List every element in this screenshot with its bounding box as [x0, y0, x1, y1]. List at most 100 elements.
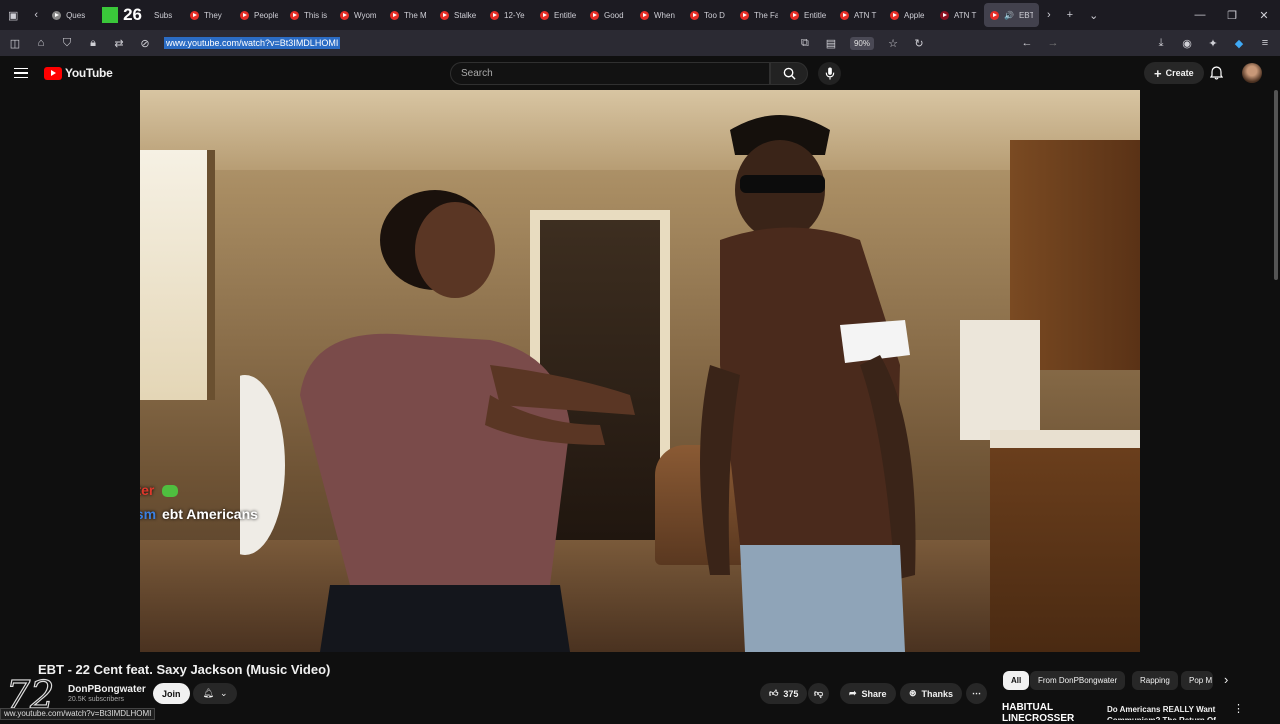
thanks-dollar-icon: ⊛ [909, 688, 917, 698]
dislike-button[interactable]: 👎︎ [808, 683, 830, 704]
chip-all[interactable]: All [1003, 671, 1030, 690]
share-arrow-icon: ➦ [849, 688, 857, 698]
chips-next-chevron-icon[interactable]: › [1224, 672, 1228, 687]
home-icon[interactable]: ⌂ [34, 37, 48, 49]
like-button[interactable]: 👍︎ 375 [760, 683, 808, 704]
reader-view-icon[interactable]: ▤ [824, 37, 838, 50]
youtube-favicon-icon [790, 10, 799, 20]
window-controls: — ❐ ✕ [1184, 9, 1280, 22]
browser-tab[interactable]: Stalke [434, 0, 484, 30]
video-title: EBT - 22 Cent feat. Saxy Jackson (Music … [38, 662, 331, 677]
lock-icon[interactable]: 🔒︎ [86, 37, 100, 50]
page-scrollbar[interactable] [1274, 90, 1278, 280]
hamburger-menu-icon[interactable] [14, 67, 28, 79]
notifications-bell-icon[interactable] [1210, 66, 1223, 80]
youtube-favicon-icon [890, 10, 899, 20]
search-button[interactable] [770, 62, 808, 85]
browser-tab[interactable]: ATN T [834, 0, 884, 30]
browser-tab[interactable]: 12-Ye [484, 0, 534, 30]
thanks-button[interactable]: ⊛ Thanks [900, 683, 963, 704]
tab-scroll-left-icon[interactable]: ‹ [26, 9, 46, 21]
recommended-thumbnail-text[interactable]: HABITUAL LINECROSSER [1002, 702, 1104, 724]
youtube-favicon-icon [340, 10, 349, 20]
youtube-favicon-icon [540, 10, 549, 20]
youtube-favicon-icon [840, 10, 849, 20]
browser-tab[interactable]: Too D [684, 0, 734, 30]
browser-tab[interactable]: Good [584, 0, 634, 30]
youtube-favicon-icon [940, 10, 949, 20]
browser-tab[interactable]: Wyom [334, 0, 384, 30]
video-player[interactable]: ItsJKHunter Mr_paroxysm ebt Americans [140, 90, 1140, 652]
bell-icon: 🔔︎ [202, 688, 214, 698]
download-icon[interactable]: ⤓ [1154, 37, 1168, 50]
join-button[interactable]: Join [153, 683, 190, 704]
chip-from-channel[interactable]: From DonPBongwater [1030, 671, 1126, 690]
subscriber-count: 20.5K subscribers [68, 696, 125, 703]
link-status-bar: ww.youtube.com/watch?v=Bt3IMDLHOMI [0, 708, 156, 720]
browser-tab[interactable]: Apple [884, 0, 934, 30]
browser-tab[interactable]: People [234, 0, 284, 30]
forward-arrow-icon[interactable]: → [1046, 37, 1060, 49]
chat-username: Mr_paroxysm [140, 506, 157, 522]
search-input[interactable]: Search [450, 62, 770, 85]
account-icon[interactable]: ◉ [1180, 37, 1194, 50]
recommended-more-icon[interactable]: ⋮ [1233, 702, 1244, 715]
shield-icon[interactable]: ⛉ [60, 37, 74, 50]
new-tab-plus-icon[interactable]: + [1059, 9, 1081, 21]
youtube-favicon-icon [190, 10, 199, 20]
tab-overview-icon[interactable]: ▣ [0, 9, 26, 22]
youtube-play-logo-icon [44, 66, 62, 80]
sidebar-toggle-icon[interactable]: ◫ [8, 37, 22, 50]
browser-tab[interactable]: ATN T [934, 0, 984, 30]
blocked-icon[interactable]: ⊘ [138, 37, 152, 50]
thumbs-up-icon: 👍︎ [769, 688, 779, 698]
chip-pop[interactable]: Pop M [1181, 671, 1213, 690]
browser-tab[interactable]: Entitle [534, 0, 584, 30]
browser-tab-active[interactable]: 🔊 EBT [984, 3, 1039, 27]
voice-search-button[interactable] [818, 62, 841, 85]
chat-emote-icon [162, 485, 179, 498]
browser-tab[interactable]: Ques [46, 0, 96, 30]
youtube-favicon-icon [240, 10, 249, 20]
chevron-down-icon: ⌄ [219, 688, 228, 698]
permissions-icon[interactable]: ⇄ [112, 37, 126, 50]
maximize-icon[interactable]: ❐ [1216, 9, 1248, 22]
browser-tab[interactable]: Entitle [784, 0, 834, 30]
back-arrow-icon[interactable]: ← [1020, 37, 1034, 49]
browser-tab[interactable]: They [184, 0, 234, 30]
reload-icon[interactable]: ↻ [912, 37, 926, 50]
browser-tab[interactable]: 26 [96, 0, 148, 30]
tab-favicon-icon [52, 10, 62, 20]
zoom-level[interactable]: 90% [849, 36, 874, 50]
create-button[interactable]: + Create [1144, 62, 1204, 84]
user-avatar[interactable] [1242, 63, 1262, 83]
chat-message: ebt Americans [161, 506, 258, 522]
extension-badge-icon[interactable]: ◆ [1232, 37, 1246, 50]
subscribe-notifications-button[interactable]: 🔔︎ ⌄ [193, 683, 237, 704]
youtube-logo[interactable]: YouTube [44, 66, 113, 80]
thumbs-down-icon: 👎︎ [814, 688, 824, 698]
browser-tab[interactable]: The M [384, 0, 434, 30]
recommended-video-title[interactable]: Do Americans REALLY Want Communism? The … [1107, 704, 1227, 720]
browser-tab[interactable]: When [634, 0, 684, 30]
channel-name[interactable]: DonPBongwater [68, 684, 146, 695]
minimize-icon[interactable]: — [1184, 9, 1216, 22]
chip-rapping[interactable]: Rapping [1132, 671, 1178, 690]
browser-tab[interactable]: Subs [148, 0, 184, 30]
chat-overlay: ItsJKHunter [140, 482, 179, 498]
bookmark-star-icon[interactable]: ☆ [886, 37, 900, 50]
browser-navbar: ◫ ⌂ ⛉ 🔒︎ ⇄ ⊘ www.youtube.com/watch?v=Bt3… [0, 30, 1280, 56]
browser-tab[interactable]: The Fa [734, 0, 784, 30]
close-icon[interactable]: ✕ [1248, 9, 1280, 22]
app-menu-icon[interactable]: ≡ [1258, 37, 1272, 49]
browser-tab[interactable]: This is [284, 0, 334, 30]
speaker-icon[interactable]: 🔊 [1004, 11, 1014, 20]
url-field[interactable]: www.youtube.com/watch?v=Bt3IMDLHOMI [164, 37, 341, 49]
share-button[interactable]: ➦ Share [840, 683, 896, 704]
picture-in-picture-icon[interactable]: ⧉ [798, 37, 812, 50]
extensions-icon[interactable]: ✦ [1206, 37, 1220, 50]
tab-list-chevron-icon[interactable]: ⌄ [1081, 9, 1106, 22]
youtube-favicon-icon [290, 10, 299, 20]
tab-scroll-right-icon[interactable]: › [1039, 9, 1059, 21]
more-actions-button[interactable]: ⋯ [966, 683, 987, 704]
